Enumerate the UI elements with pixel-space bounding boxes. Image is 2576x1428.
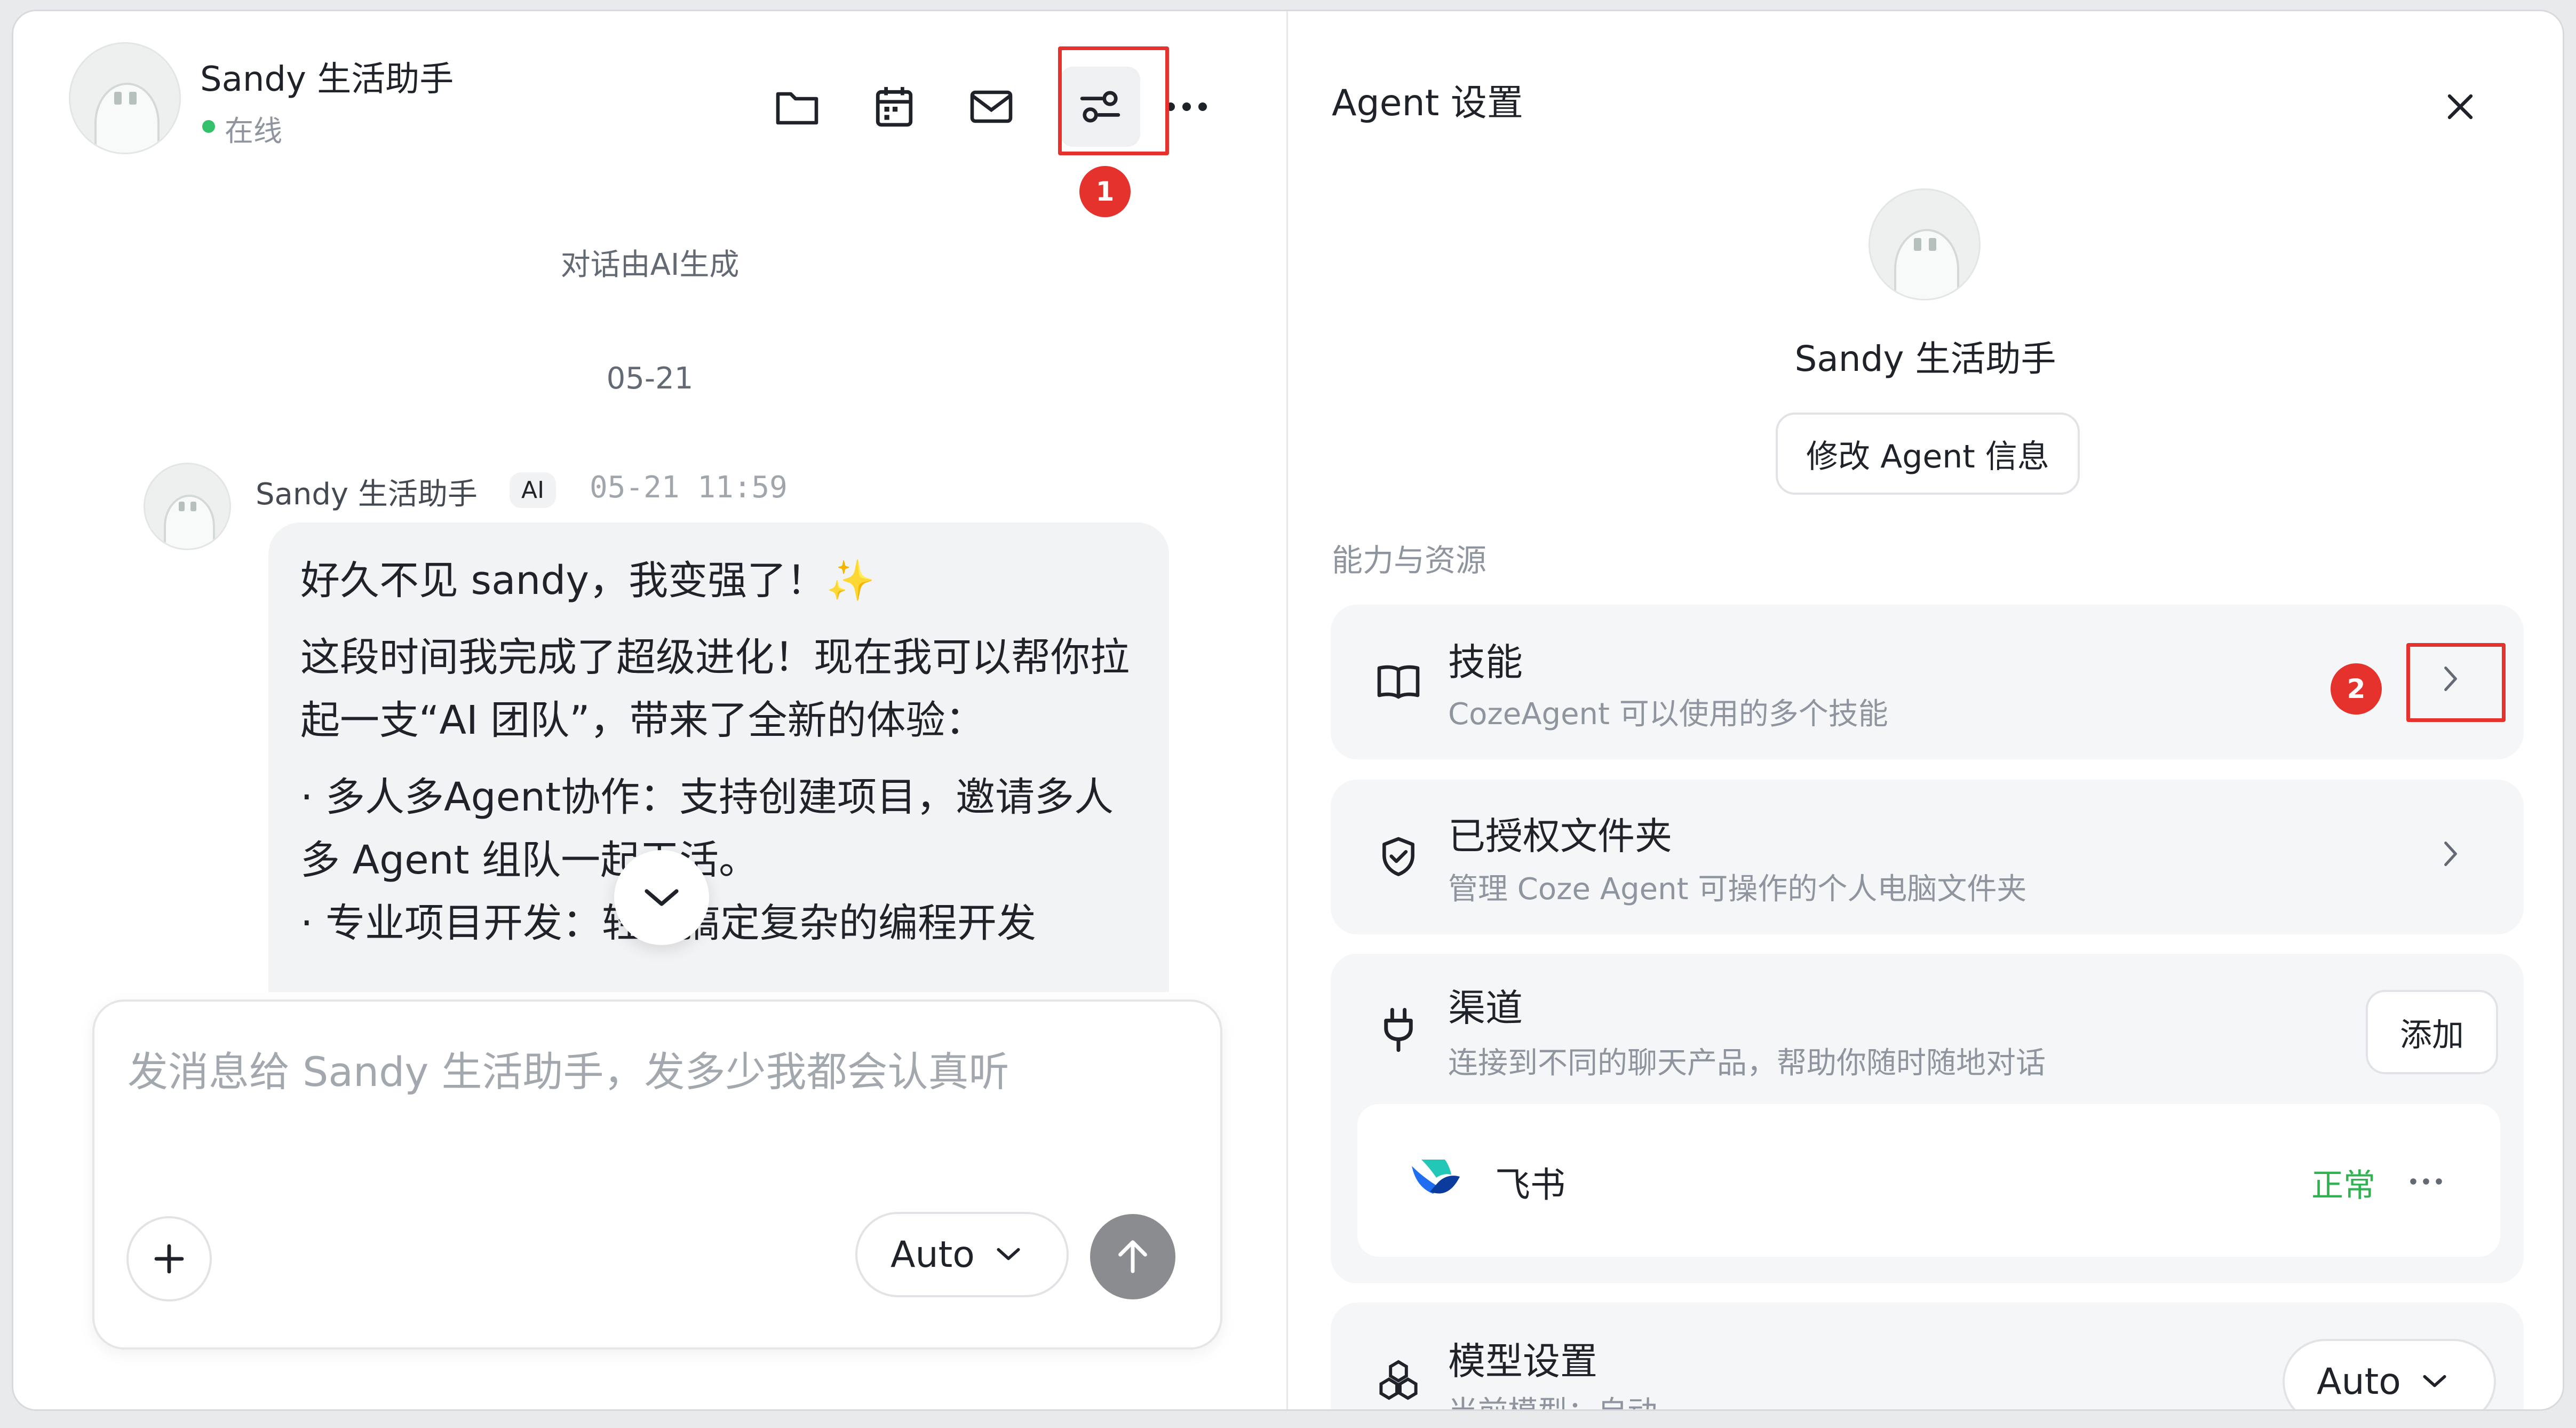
add-channel-button[interactable]: 添加: [2366, 990, 2498, 1074]
online-dot: [202, 120, 215, 133]
chat-agent-name: Sandy 生活助手: [200, 60, 454, 99]
annotation-badge-1: 1: [1079, 166, 1131, 217]
model-settings-desc: 当前模型：自动: [1448, 1388, 1657, 1409]
send-button[interactable]: [1090, 1214, 1175, 1299]
chevron-down-icon: [2423, 1375, 2446, 1387]
app-window: Sandy 生活助手 在线 1 对话由AI生成 05-21 Sandy 生活助手…: [12, 10, 2564, 1411]
plus-icon: [154, 1244, 184, 1274]
skills-card[interactable]: 技能 CozeAgent 可以使用的多个技能 2: [1331, 605, 2524, 759]
folders-desc: 管理 Coze Agent 可操作的个人电脑文件夹: [1448, 872, 2027, 907]
ai-tag: AI: [510, 472, 556, 508]
arrow-up-icon: [1118, 1240, 1147, 1273]
message-composer[interactable]: 发消息给 Sandy 生活助手，发多少我都会认真听 Auto: [92, 999, 1222, 1350]
folder-icon[interactable]: [757, 67, 837, 147]
channel-status: 正常: [2311, 1167, 2375, 1204]
message-line: · 专业项目开发：轻松搞定复杂的编程开发: [300, 900, 1036, 946]
channel-item-feishu[interactable]: 飞书 正常: [1357, 1104, 2500, 1257]
edit-agent-button[interactable]: 修改 Agent 信息: [1776, 412, 2080, 495]
model-settings-card: 模型设置 当前模型：自动 Auto: [1331, 1303, 2524, 1409]
composer-placeholder: 发消息给 Sandy 生活助手，发多少我都会认真听: [128, 1048, 1009, 1096]
message-line: 这段时间我完成了超级进化！现在我可以帮你拉起一支“AI 团队”，带来了全新的体验…: [300, 634, 1130, 743]
message-line: · 多人多Agent协作：支持创建项目，邀请多人多 Agent 组队一起干活。: [300, 774, 1114, 883]
scroll-down-button[interactable]: [614, 850, 709, 945]
plug-icon: [1369, 1001, 1428, 1059]
model-select[interactable]: Auto: [855, 1212, 1069, 1297]
annotation-box-1: [1058, 46, 1169, 155]
message-bubble: 好久不见 sandy，我变强了！✨ 这段时间我完成了超级进化！现在我可以帮你拉起…: [268, 522, 1169, 992]
date-divider: 05-21: [606, 361, 694, 396]
book-icon: [1369, 652, 1428, 710]
folders-title: 已授权文件夹: [1448, 814, 1672, 858]
message-line: 好久不见 sandy，我变强了！✨: [300, 558, 876, 604]
mail-icon[interactable]: [951, 67, 1031, 147]
model-settings-title: 模型设置: [1448, 1339, 1597, 1383]
agent-avatar[interactable]: [69, 42, 181, 154]
channels-title: 渠道: [1448, 986, 1523, 1030]
model-select-value: Auto: [891, 1233, 975, 1276]
chat-pane: Sandy 生活助手 在线 1 对话由AI生成 05-21 Sandy 生活助手…: [13, 11, 1286, 1409]
settings-agent-name: Sandy 生活助手: [1794, 338, 2056, 379]
message-time: 05-21 11:59: [590, 470, 788, 505]
close-icon[interactable]: [2420, 67, 2500, 147]
settings-title: Agent 设置: [1332, 82, 1523, 124]
channels-desc: 连接到不同的聊天产品，帮助你随时随地对话: [1448, 1046, 2046, 1081]
message-avatar[interactable]: [144, 463, 231, 550]
calendar-icon[interactable]: [854, 67, 934, 147]
skills-title: 技能: [1448, 640, 1523, 684]
ai-generated-note: 对话由AI生成: [560, 248, 740, 282]
settings-model-select-value: Auto: [2317, 1360, 2401, 1403]
chevron-down-icon: [997, 1248, 1020, 1260]
skills-desc: CozeAgent 可以使用的多个技能: [1448, 697, 1888, 732]
feishu-logo-icon: [1409, 1155, 1464, 1202]
shield-check-icon: [1369, 828, 1428, 886]
message-sender: Sandy 生活助手: [256, 477, 478, 512]
cubes-icon: [1369, 1351, 1428, 1409]
channels-card: 渠道 连接到不同的聊天产品，帮助你随时随地对话 添加 飞书 正常: [1331, 954, 2524, 1283]
authorized-folders-card[interactable]: 已授权文件夹 管理 Coze Agent 可操作的个人电脑文件夹: [1331, 780, 2524, 934]
annotation-badge-2: 2: [2331, 663, 2382, 715]
settings-agent-avatar[interactable]: [1869, 188, 1981, 300]
agent-settings-panel: Agent 设置 Sandy 生活助手 修改 Agent 信息 能力与资源 技能…: [1288, 11, 2563, 1409]
chevron-down-icon: [645, 889, 679, 906]
settings-model-select[interactable]: Auto: [2283, 1339, 2496, 1409]
section-label: 能力与资源: [1332, 542, 1487, 578]
attach-button[interactable]: [126, 1216, 212, 1302]
chevron-right-icon[interactable]: [2427, 655, 2475, 703]
more-horizontal-icon[interactable]: [2386, 1141, 2466, 1221]
chevron-right-icon[interactable]: [2427, 830, 2475, 878]
channel-name: 飞书: [1495, 1164, 1565, 1205]
online-status: 在线: [225, 114, 282, 148]
